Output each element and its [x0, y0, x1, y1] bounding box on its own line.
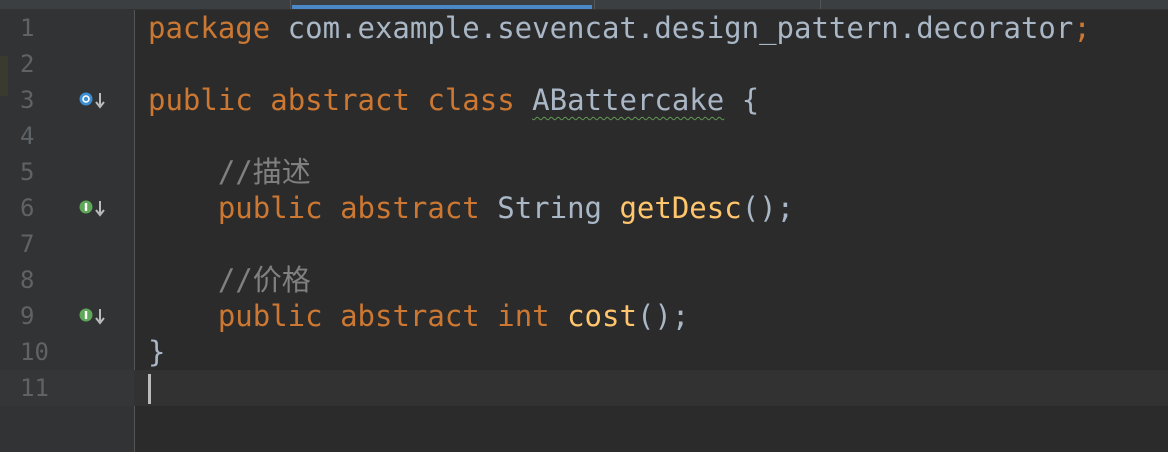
code-line[interactable]: 9 public abstract int cost();: [0, 298, 1168, 334]
code-line[interactable]: 1 package com.example.sevencat.design_pa…: [0, 10, 1168, 46]
line-number: 11: [20, 374, 49, 402]
punctuation: ();: [636, 299, 690, 333]
code-editor[interactable]: 1 package com.example.sevencat.design_pa…: [0, 0, 1168, 452]
line-number: 4: [20, 122, 35, 150]
method-name: cost: [567, 299, 637, 333]
code-line[interactable]: 2: [0, 46, 1168, 82]
brace: {: [741, 83, 760, 117]
tab-separator: [820, 0, 821, 9]
line-number-area: 7: [0, 226, 134, 262]
method-name: getDesc: [619, 191, 742, 225]
editor-tab-strip: [0, 0, 1168, 10]
code-text[interactable]: //价格: [148, 262, 311, 298]
line-number: 10: [20, 338, 49, 366]
comment: //描述: [217, 155, 311, 189]
line-number: 8: [20, 266, 35, 294]
punctuation: ;: [1073, 11, 1091, 45]
line-number: 3: [20, 86, 35, 114]
comment: //价格: [217, 263, 311, 297]
code-text[interactable]: }: [148, 334, 165, 370]
keyword: abstract: [340, 299, 480, 333]
code-line[interactable]: 4: [0, 118, 1168, 154]
keyword: class: [427, 83, 515, 117]
line-number-area: 6: [0, 190, 134, 226]
line-number-area: 5: [0, 154, 134, 190]
code-line[interactable]: 8 //价格: [0, 262, 1168, 298]
line-number-area: 9: [0, 298, 134, 334]
code-text[interactable]: public abstract int cost();: [148, 298, 689, 334]
code-text[interactable]: package com.example.sevencat.design_patt…: [148, 10, 1091, 46]
line-number: 6: [20, 194, 35, 222]
tab-separator: [594, 0, 595, 9]
tab-separator: [290, 0, 291, 9]
active-tab-indicator[interactable]: [292, 5, 592, 9]
line-number: 1: [20, 14, 35, 42]
keyword: package: [148, 11, 271, 45]
code-line[interactable]: 5 //描述: [0, 154, 1168, 190]
keyword: abstract: [270, 83, 410, 117]
code-line[interactable]: 10 }: [0, 334, 1168, 370]
keyword: public: [217, 191, 323, 225]
text-caret: [148, 374, 151, 404]
type-name: String: [497, 191, 602, 225]
code-line[interactable]: 6 public abstract String getDesc();: [0, 190, 1168, 226]
implemented-overridden-icon[interactable]: [78, 90, 110, 110]
punctuation: ();: [741, 191, 795, 225]
line-number-area: 10: [0, 334, 134, 370]
code-text[interactable]: public abstract class ABattercake {: [148, 82, 759, 118]
line-number: 7: [20, 230, 35, 258]
implemented-method-icon[interactable]: [78, 198, 110, 218]
line-number-area: 11: [0, 370, 134, 406]
line-number-area: 4: [0, 118, 134, 154]
line-number: 2: [20, 50, 35, 78]
keyword: public: [148, 83, 253, 117]
line-number-area: 2: [0, 46, 134, 82]
package-name: com.example.sevencat.design_pattern.deco…: [270, 11, 1074, 45]
keyword: abstract: [340, 191, 480, 225]
code-text[interactable]: public abstract String getDesc();: [148, 190, 794, 226]
line-number: 5: [20, 158, 35, 186]
class-name: ABattercake: [532, 83, 725, 117]
line-number-area: 3: [0, 82, 134, 118]
keyword: public: [217, 299, 323, 333]
code-line[interactable]: 7: [0, 226, 1168, 262]
code-line-current[interactable]: 11: [0, 370, 1168, 406]
code-text[interactable]: //描述: [148, 154, 311, 190]
code-line[interactable]: 3 public abstract class ABattercake {: [0, 82, 1168, 118]
brace: }: [148, 335, 166, 369]
type-name: int: [497, 299, 550, 333]
line-number: 9: [20, 302, 35, 330]
line-number-area: 1: [0, 10, 134, 46]
implemented-method-icon[interactable]: [78, 306, 110, 326]
line-number-area: 8: [0, 262, 134, 298]
